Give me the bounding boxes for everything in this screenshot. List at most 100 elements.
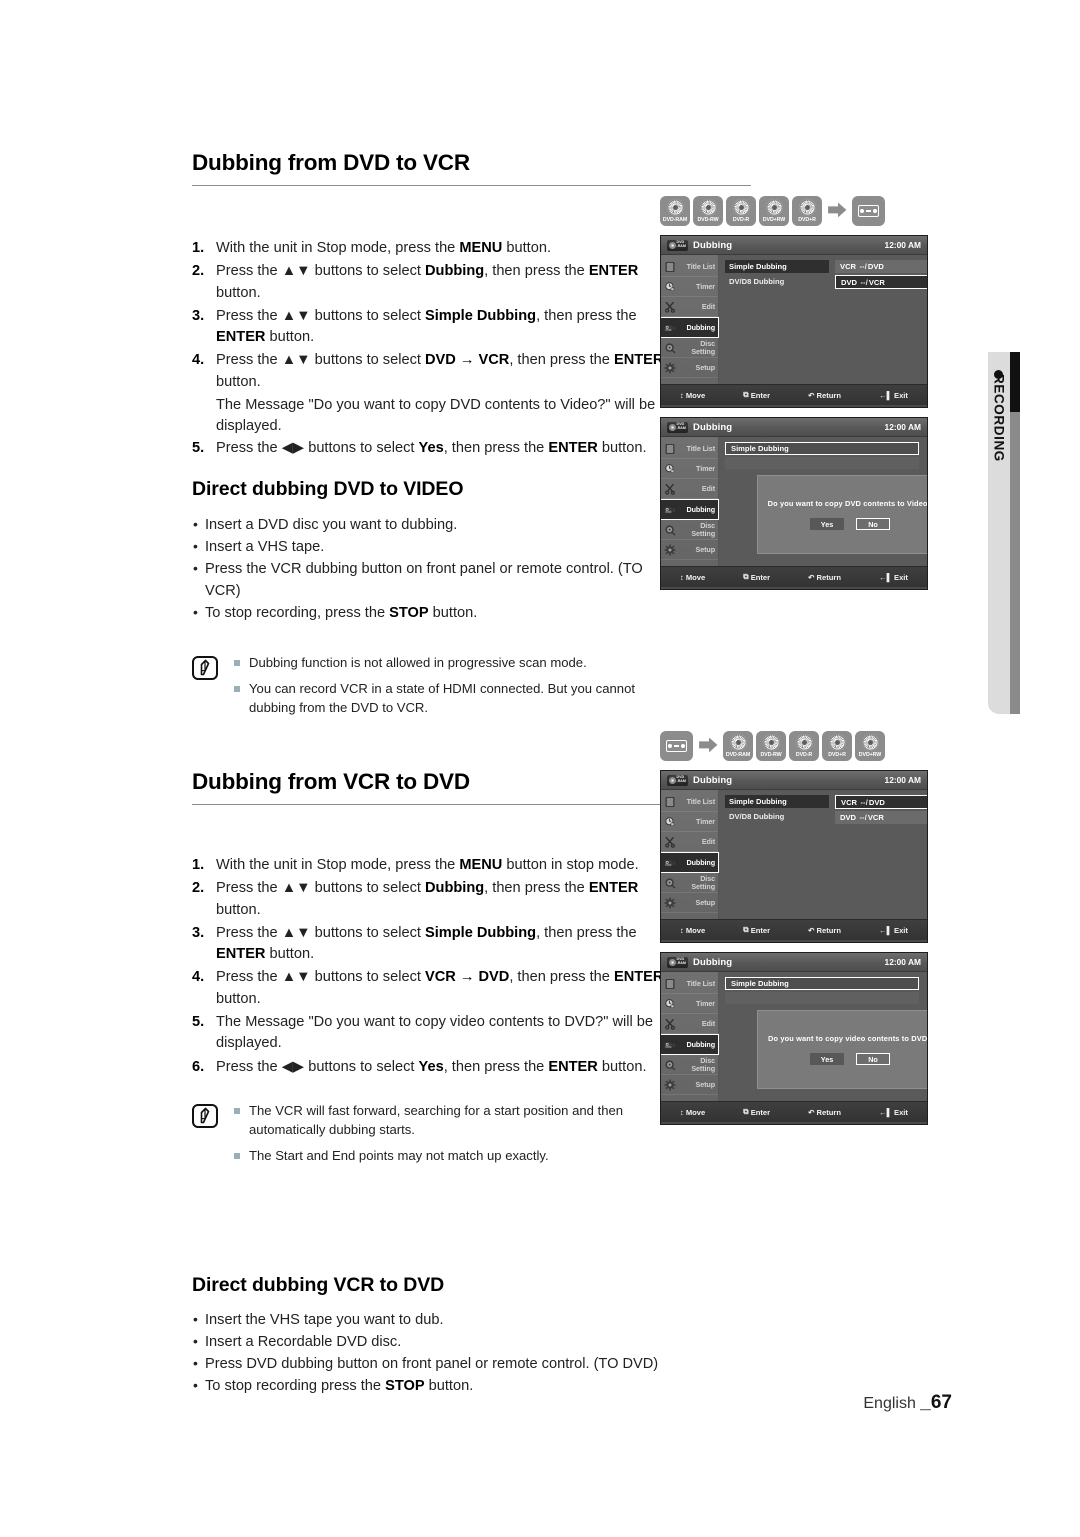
osd-disc-badge: DVD -RAM <box>667 774 688 786</box>
osd-sidebar-item-timer[interactable]: Timer <box>661 277 718 297</box>
osd-footer-return[interactable]: ↶ Return <box>808 573 841 582</box>
osd-menu-column: Simple Dubbing DV/D8 Dubbing <box>725 260 829 288</box>
osd-footer-move[interactable]: ↕ Move <box>680 926 705 935</box>
osd-disc-glyph-icon <box>668 958 676 966</box>
osd-footer-move[interactable]: ↕ Move <box>680 1108 705 1117</box>
osd-sidebar-item-edit[interactable]: Edit <box>661 1014 718 1034</box>
osd-dialog-yes-button[interactable]: Yes <box>810 518 844 530</box>
osd-menu-item-simple-dubbing[interactable]: Simple Dubbing <box>725 795 829 808</box>
osd-sidebar-item-dubbing[interactable]: Dubbing <box>661 499 719 520</box>
osd-sidebar-item-timer[interactable]: Timer <box>661 459 718 479</box>
osd-footer-exit[interactable]: ←▌ Exit <box>879 391 908 400</box>
disc-icon <box>664 877 676 889</box>
osd-dialog-buttons: Yes No <box>810 1053 890 1065</box>
osd-sidebar: Title List Timer Edit Dubbing Disc Setting Set… <box>661 972 719 1101</box>
osd-sidebar-item-edit[interactable]: Edit <box>661 479 718 499</box>
scissors-icon <box>664 1018 676 1030</box>
note-bullet-icon <box>234 660 240 667</box>
osd-dialog-no-button[interactable]: No <box>856 518 890 530</box>
disc-platter-icon <box>729 733 747 751</box>
disc-platter-icon <box>762 733 780 751</box>
osd-sidebar-item-title-list[interactable]: Title List <box>661 257 718 277</box>
osd-header: DVD -RAM Dubbing 12:00 AM <box>661 418 927 437</box>
note-pen-icon <box>192 1103 218 1128</box>
osd-footer-glyph-icon: ↶ <box>808 390 815 400</box>
osd-sidebar-item-label: Edit <box>701 1018 715 1028</box>
osd-sidebar-item-dubbing[interactable]: Dubbing <box>661 1034 719 1055</box>
section1-media-row: DVD-RAM DVD-RW DVD-R DVD+RW DVD+R ⮕ <box>660 196 960 226</box>
osd-menu-item-simple-dubbing[interactable]: Simple Dubbing <box>725 977 919 990</box>
osd-clock: 12:00 AM <box>884 240 921 250</box>
osd-sidebar-item-setup[interactable]: Setup <box>661 893 718 913</box>
osd-dialog-no-button[interactable]: No <box>856 1053 890 1065</box>
osd-footer-exit[interactable]: ←▌ Exit <box>879 1108 908 1117</box>
osd-sidebar-item-timer[interactable]: Timer <box>661 812 718 832</box>
osd-sidebar-item-title-list[interactable]: Title List <box>661 792 718 812</box>
osd-sidebar-item-dubbing[interactable]: Dubbing <box>661 317 719 338</box>
osd-sidebar-item-setup[interactable]: Setup <box>661 1075 718 1095</box>
osd-menu-item-simple-dubbing[interactable]: Simple Dubbing <box>725 442 919 455</box>
osd-sidebar-item-setup[interactable]: Setup <box>661 540 718 560</box>
disc-label: DVD+RW <box>858 751 882 758</box>
osd-disc-badge-text: DVD -RAM <box>676 240 686 248</box>
note-bullet-icon <box>234 686 240 693</box>
osd-dialog-yes-button[interactable]: Yes <box>810 1053 844 1065</box>
step-item: 2. Press the ▲▼ buttons to select Dubbing… <box>192 261 672 304</box>
note-pen-icon <box>192 656 218 681</box>
osd-footer-return[interactable]: ↶ Return <box>808 926 841 935</box>
step-item: 1. With the unit in Stop mode, press the … <box>192 238 672 259</box>
osd-footer-move[interactable]: ↕ Move <box>680 573 705 582</box>
osd-menu-item-dv-d8-dubbing[interactable] <box>725 992 919 1004</box>
osd-footer-return[interactable]: ↶ Return <box>808 1108 841 1117</box>
left-text-column: Dubbing from DVD to VCR 1. With the unit … <box>192 150 751 1398</box>
osd-footer-label: Move <box>685 390 706 400</box>
osd-menu-item-dv-d8-dubbing[interactable]: DV/D8 Dubbing <box>725 810 829 823</box>
osd-sidebar-item-title-list[interactable]: Title List <box>661 439 718 459</box>
osd-sidebar-item-setup[interactable]: Setup <box>661 358 718 378</box>
disc-icon-dvd-r: DVD-R <box>789 731 819 761</box>
osd-sidebar-item-timer[interactable]: Timer <box>661 994 718 1014</box>
osd-sidebar-item-edit[interactable]: Edit <box>661 297 718 317</box>
osd-clock: 12:00 AM <box>884 422 921 432</box>
osd-sidebar-item-label: Edit <box>701 836 715 846</box>
section2-note-items: The VCR will fast forward, searching for… <box>234 1102 672 1173</box>
osd-submenu-item-dvd-to-vcr[interactable]: DVD ⇎ VCR <box>835 275 927 289</box>
osd-menu-item-dv-d8-dubbing[interactable]: DV/D8 Dubbing <box>725 275 829 288</box>
osd-menu-item-dv-d8-dubbing[interactable] <box>725 457 919 469</box>
disc-platter-icon <box>765 198 783 216</box>
osd-footer-move[interactable]: ↕ Move <box>680 391 705 400</box>
osd-sidebar-item-label: Dubbing <box>686 322 716 332</box>
osd-footer-glyph-icon: ⧉ <box>743 572 749 581</box>
osd-footer-exit[interactable]: ←▌ Exit <box>879 926 908 935</box>
osd-footer-enter[interactable]: ⧉ Enter <box>743 1107 770 1117</box>
osd-sidebar-item-disc-setting[interactable]: Disc Setting <box>661 520 718 540</box>
osd-footer-enter[interactable]: ⧉ Enter <box>743 572 770 582</box>
osd-sidebar-item-title-list[interactable]: Title List <box>661 974 718 994</box>
page-footer: English _67 <box>0 1392 952 1414</box>
osd-footer-enter[interactable]: ⧉ Enter <box>743 925 770 935</box>
osd-sidebar-item-label: Disc Setting <box>691 520 715 538</box>
osd-footer-return[interactable]: ↶ Return <box>808 391 841 400</box>
camcorder-icon <box>664 504 676 516</box>
osd-sidebar-item-disc-setting[interactable]: Disc Setting <box>661 873 718 893</box>
osd-sidebar-item-disc-setting[interactable]: Disc Setting <box>661 338 718 358</box>
note-item: You can record VCR in a state of HDMI co… <box>234 680 672 718</box>
osd-footer-exit[interactable]: ←▌ Exit <box>879 573 908 582</box>
step-text: Press the ▲▼ buttons to select Dubbing, … <box>216 880 639 918</box>
osd-sidebar-item-dubbing[interactable]: Dubbing <box>661 852 719 873</box>
osd-submenu-item-dvd-to-vcr[interactable]: DVD ⇎ VCR <box>835 811 927 824</box>
osd-confirm-dialog: Do you want to copy DVD contents to Vide… <box>757 475 927 554</box>
disc-label: DVD+R <box>798 216 816 223</box>
osd-sidebar: Title List Timer Edit Dubbing Disc Setting Set… <box>661 255 719 384</box>
disc-icon-dvd-ram: DVD-RAM <box>660 196 690 226</box>
osd-footer-label: Return <box>816 925 841 935</box>
disc-platter-icon <box>828 733 846 751</box>
disc-icon-dvd+r: DVD+R <box>792 196 822 226</box>
osd-submenu-item-vcr-to-dvd[interactable]: VCR ⇎ DVD <box>835 795 927 809</box>
osd-sidebar-item-edit[interactable]: Edit <box>661 832 718 852</box>
osd-submenu-item-vcr-to-dvd[interactable]: VCR ⇎ DVD <box>835 260 927 273</box>
clock-icon <box>664 816 676 828</box>
osd-footer-enter[interactable]: ⧉ Enter <box>743 390 770 400</box>
osd-sidebar-item-disc-setting[interactable]: Disc Setting <box>661 1055 718 1075</box>
osd-menu-item-simple-dubbing[interactable]: Simple Dubbing <box>725 260 829 273</box>
